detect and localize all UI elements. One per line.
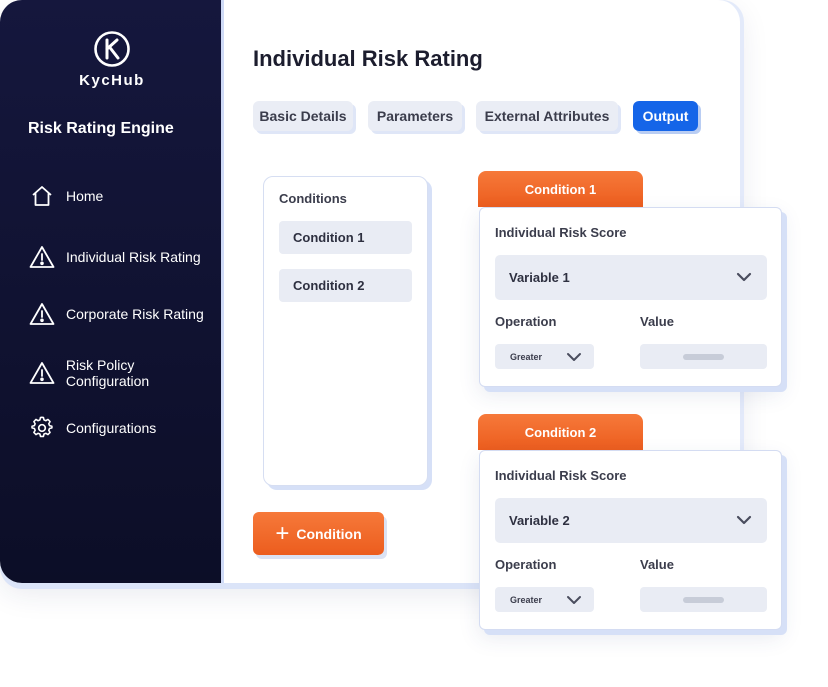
condition-1-card: Individual Risk Score Variable 1 Operati…: [479, 207, 782, 387]
value-placeholder-bar: [683, 354, 724, 360]
condition-2-card: Individual Risk Score Variable 2 Operati…: [479, 450, 782, 630]
chevron-down-icon: [736, 515, 752, 525]
chevron-down-icon: [567, 353, 581, 361]
chevron-down-icon: [567, 596, 581, 604]
operation-label: Operation: [495, 314, 557, 329]
sidebar-item-label: Risk Policy Configuration: [65, 357, 150, 389]
tab-output[interactable]: Output: [633, 101, 698, 131]
sidebar-item-label: Corporate Risk Rating: [66, 306, 204, 322]
sidebar-item-corporate-risk-rating[interactable]: Corporate Risk Rating: [28, 300, 204, 328]
operation-select-value: Greater: [510, 594, 543, 605]
value-input[interactable]: [640, 587, 767, 612]
plus-icon: +: [275, 519, 290, 547]
add-condition-label: Condition: [296, 525, 362, 542]
variable-select-value: Variable 1: [509, 270, 570, 285]
sidebar-title: Risk Rating Engine: [28, 120, 174, 137]
operation-select[interactable]: Greater: [495, 344, 594, 369]
gear-icon: [28, 414, 56, 442]
sidebar-item-label: Configurations: [66, 420, 157, 436]
tab-parameters[interactable]: Parameters: [368, 101, 462, 131]
risk-score-label: Individual Risk Score: [495, 468, 627, 483]
conditions-panel-title: Conditions: [279, 191, 347, 206]
tab-basic-details[interactable]: Basic Details: [253, 101, 353, 131]
page-title: Individual Risk Rating: [253, 46, 483, 71]
sidebar-item-label: Home: [66, 188, 104, 204]
value-label: Value: [640, 557, 674, 572]
sidebar-item-individual-risk-rating[interactable]: Individual Risk Rating: [28, 243, 201, 271]
warning-icon: [28, 300, 56, 328]
kychub-logo-icon: [94, 31, 130, 67]
warning-icon: [28, 243, 56, 271]
home-icon: [28, 182, 56, 210]
tab-external-attributes[interactable]: External Attributes: [476, 101, 618, 131]
operation-select[interactable]: Greater: [495, 587, 594, 612]
condition-2-tab[interactable]: Condition 2: [478, 414, 643, 450]
add-condition-button[interactable]: + Condition: [253, 512, 384, 555]
warning-icon: [28, 359, 56, 387]
condition-list-item[interactable]: Condition 2: [279, 269, 412, 302]
variable-select-value: Variable 2: [509, 513, 570, 528]
sidebar: KycHub Risk Rating Engine Home Individua…: [0, 0, 224, 583]
conditions-panel: Conditions Condition 1 Condition 2: [263, 176, 428, 486]
variable-select[interactable]: Variable 1: [495, 255, 767, 300]
sidebar-item-home[interactable]: Home: [28, 182, 103, 210]
operation-select-value: Greater: [510, 351, 543, 362]
value-input[interactable]: [640, 344, 767, 369]
risk-score-label: Individual Risk Score: [495, 225, 627, 240]
value-label: Value: [640, 314, 674, 329]
condition-list-item[interactable]: Condition 1: [279, 221, 412, 254]
chevron-down-icon: [736, 272, 752, 282]
value-placeholder-bar: [683, 597, 724, 603]
condition-1-tab[interactable]: Condition 1: [478, 171, 643, 207]
brand-name: KycHub: [79, 72, 145, 89]
variable-select[interactable]: Variable 2: [495, 498, 767, 543]
brand-logo: KycHub: [0, 30, 224, 89]
operation-label: Operation: [495, 557, 557, 572]
sidebar-item-risk-policy-configuration[interactable]: Risk Policy Configuration: [28, 357, 221, 389]
sidebar-item-configurations[interactable]: Configurations: [28, 414, 156, 442]
sidebar-item-label: Individual Risk Rating: [66, 249, 201, 265]
